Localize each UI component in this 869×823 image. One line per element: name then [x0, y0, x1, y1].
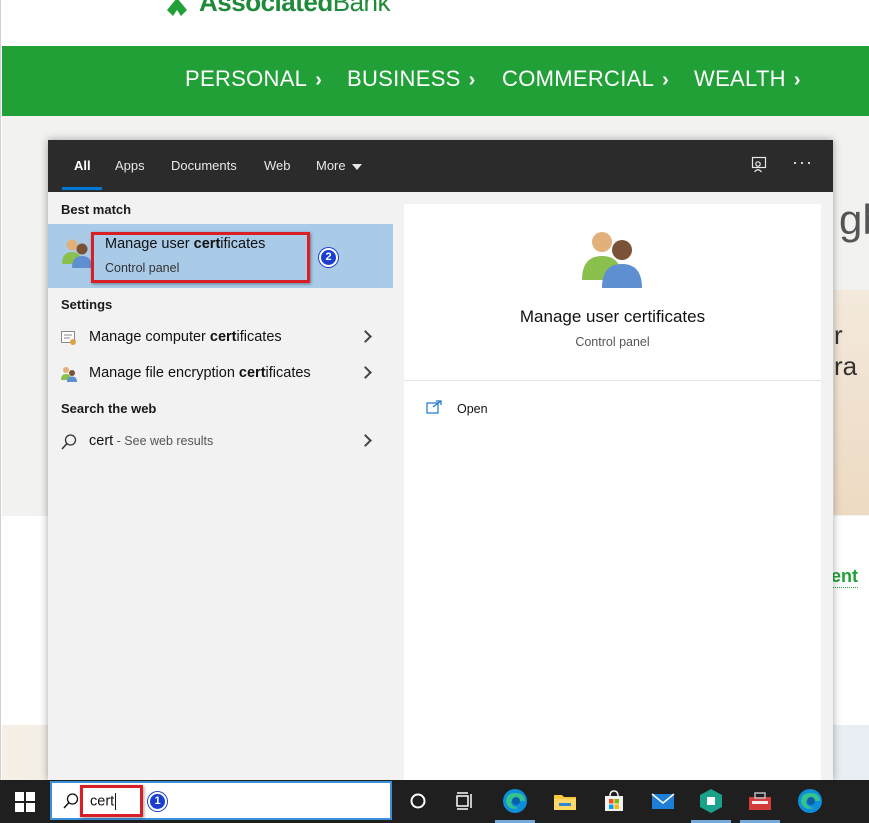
tab-all[interactable]: All [74, 158, 91, 173]
search-icon [61, 434, 77, 450]
caret-down-icon [351, 163, 362, 170]
bank-logo[interactable]: AssociatedBank [161, 0, 391, 18]
result-manage-computer-certificates[interactable]: Manage computer certificates [48, 321, 393, 355]
callout-box-1 [80, 785, 143, 817]
search-filter-tabs: All Apps Documents Web More ··· [48, 140, 833, 192]
result-label: Manage computer certificates [89, 329, 282, 345]
user-certificates-icon [582, 232, 642, 288]
divider [404, 380, 821, 381]
task-view-icon[interactable] [451, 787, 479, 815]
more-options-button[interactable]: ··· [792, 152, 813, 173]
nav-commercial[interactable]: COMMERCIAL › [502, 66, 669, 92]
result-label: Manage file encryption certificates [89, 365, 311, 381]
store-icon[interactable] [600, 787, 628, 815]
file-explorer-icon[interactable] [551, 787, 579, 815]
detail-title: Manage user certificates [519, 307, 706, 326]
user-certificates-icon [62, 239, 92, 268]
users-key-icon [61, 367, 77, 382]
edge-icon[interactable] [796, 787, 824, 815]
open-label: Open [457, 402, 488, 416]
certificate-icon [61, 331, 76, 345]
tab-documents[interactable]: Documents [171, 158, 237, 173]
hero-text-fragment: r ra [834, 320, 858, 381]
edge-icon[interactable] [501, 787, 529, 815]
callout-box-2 [91, 232, 310, 283]
chevron-right-icon[interactable] [359, 330, 372, 343]
result-web-search[interactable]: cert - See web results [48, 425, 393, 459]
result-label: cert - See web results [89, 433, 214, 449]
best-match-header: Best match [61, 202, 132, 217]
windows-start-icon[interactable] [15, 792, 35, 812]
open-external-icon [426, 400, 442, 414]
search-web-header: Search the web [61, 401, 157, 416]
tab-more[interactable]: More [316, 158, 362, 173]
result-manage-file-encryption-certificates[interactable]: Manage file encryption certificates [48, 357, 393, 391]
callout-number-2: 2 [319, 248, 338, 267]
active-tab-indicator [62, 187, 102, 190]
logo-mark-icon [167, 0, 187, 16]
nav-personal[interactable]: PERSONAL › [185, 66, 322, 92]
tab-apps[interactable]: Apps [115, 158, 145, 173]
nav-business[interactable]: BUSINESS › [347, 66, 476, 92]
feedback-icon[interactable] [750, 156, 768, 174]
settings-header: Settings [61, 297, 113, 312]
result-details-pane: Manage user certificates Control panel O… [404, 204, 821, 780]
detail-subtitle: Control panel [575, 335, 650, 349]
content-link-fragment[interactable]: ent [831, 566, 858, 588]
chevron-right-icon[interactable] [359, 366, 372, 379]
logo-text: AssociatedBank [199, 0, 391, 17]
chevron-right-icon[interactable] [359, 434, 372, 447]
hero-heading-fragment: gh [839, 196, 869, 243]
app-icon[interactable] [697, 787, 725, 815]
tab-web[interactable]: Web [264, 158, 291, 173]
mail-icon[interactable] [649, 787, 677, 815]
toolbox-icon[interactable] [746, 787, 774, 815]
search-icon [63, 793, 79, 809]
callout-number-1: 1 [148, 792, 167, 811]
cortana-icon[interactable] [404, 787, 432, 815]
nav-wealth[interactable]: WEALTH › [694, 66, 801, 92]
main-navigation: PERSONAL › BUSINESS › COMMERCIAL › WEALTH › [2, 46, 869, 116]
